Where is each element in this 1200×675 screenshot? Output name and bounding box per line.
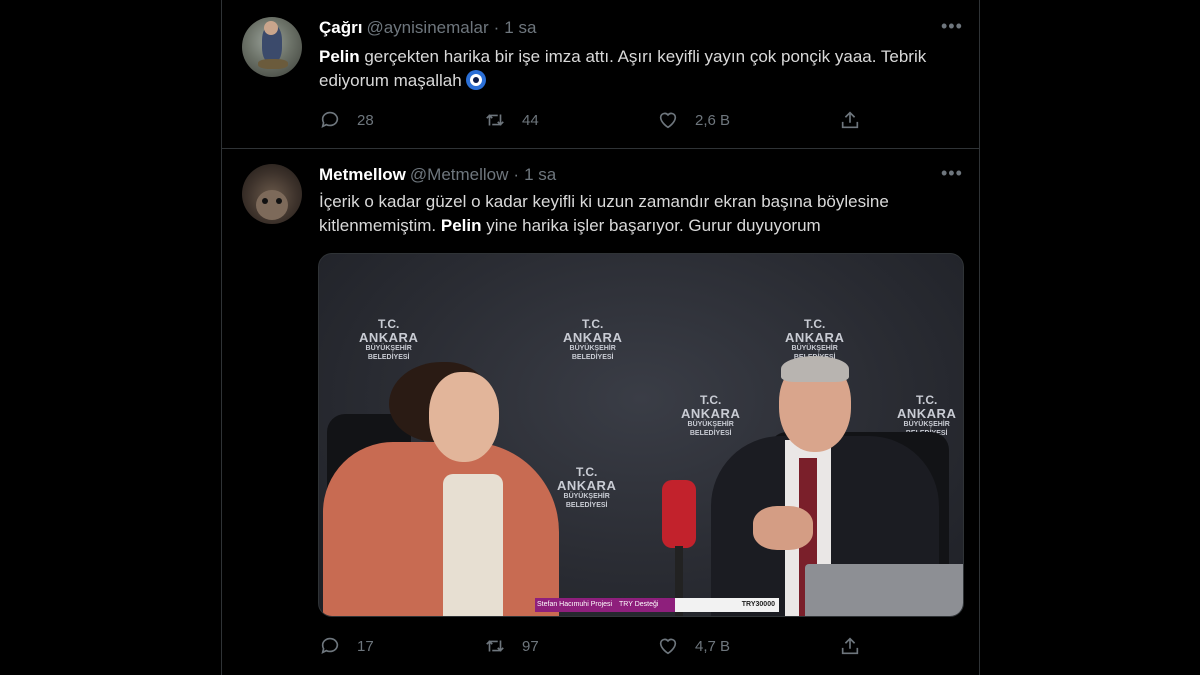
reply-icon xyxy=(321,111,339,128)
retweet-icon xyxy=(486,114,504,126)
tweet-text-body: gerçekten harika bir işe imza attı. Aşır… xyxy=(319,47,927,90)
backdrop-logo: T.C. ANKARA BÜYÜKŞEHİR BELEDİYESİ xyxy=(359,317,419,362)
donation-amount: TRY30000 xyxy=(675,598,779,612)
retweet-count: 44 xyxy=(522,111,539,129)
nazar-evil-eye-icon xyxy=(465,70,486,90)
backdrop-logo: T.C. ANKARA BÜYÜKŞEHİR BELEDİYESİ xyxy=(557,465,617,510)
tweet[interactable]: Metmellow @Metmellow · 1 sa ••• İçerik o ka… xyxy=(222,149,979,675)
reply-count: 28 xyxy=(357,111,374,129)
separator-dot: · xyxy=(513,165,520,184)
share-icon xyxy=(841,111,859,129)
laptop xyxy=(805,564,963,616)
mention-bold: Pelin xyxy=(319,47,360,66)
retweet-count: 97 xyxy=(522,637,539,655)
user-handle[interactable]: @aynisinemalar xyxy=(366,18,488,37)
reply-button[interactable]: 28 xyxy=(319,107,374,133)
display-name[interactable]: Çağrı xyxy=(319,18,362,37)
retweet-icon xyxy=(486,640,504,652)
microphone xyxy=(662,480,696,548)
like-count: 2,6 B xyxy=(695,111,731,129)
host-shirt xyxy=(443,474,503,616)
display-name[interactable]: Metmellow xyxy=(319,165,406,184)
tweet-text: İçerik o kadar güzel o kadar keyifli ki … xyxy=(319,190,959,238)
backdrop-logo: T.C. ANKARA BÜYÜKŞEHİR BELEDİYESİ xyxy=(681,393,741,438)
timestamp[interactable]: 1 sa xyxy=(504,18,536,37)
guest-hands xyxy=(753,506,813,550)
more-options-icon[interactable]: ••• xyxy=(941,164,962,187)
backdrop-logo: T.C. ANKARA BÜYÜKŞEHİR BELEDİYESİ xyxy=(563,317,623,362)
donation-sub: TRY Desteği xyxy=(617,598,675,612)
tweet-media-image[interactable]: T.C. ANKARA BÜYÜKŞEHİR BELEDİYESİ T.C. A… xyxy=(318,253,964,617)
tweet-actions: 17 97 4,7 B xyxy=(319,633,879,659)
timeline: Çağrı @aynisinemalar · 1 sa ••• Pelin gerçe… xyxy=(221,0,980,675)
avatar[interactable] xyxy=(242,164,302,224)
share-button[interactable] xyxy=(839,633,877,659)
reply-icon xyxy=(321,637,339,654)
donation-label: Stefan Hacımuhi Projesi xyxy=(535,598,617,612)
avatar[interactable] xyxy=(242,17,302,77)
separator-dot: · xyxy=(493,18,500,37)
retweet-button[interactable]: 97 xyxy=(484,633,539,659)
like-count: 4,7 B xyxy=(695,637,731,655)
reply-button[interactable]: 17 xyxy=(319,633,374,659)
user-handle[interactable]: @Metmellow xyxy=(410,165,509,184)
host-face xyxy=(429,372,499,462)
retweet-button[interactable]: 44 xyxy=(484,107,539,133)
share-button[interactable] xyxy=(839,107,877,133)
tweet-header: Metmellow @Metmellow · 1 sa xyxy=(319,165,556,187)
share-icon xyxy=(841,637,859,655)
tweet-text-body-end: yine harika işler başarıyor. Gurur duyuy… xyxy=(481,216,821,235)
tweet-text: Pelin gerçekten harika bir işe imza attı… xyxy=(319,45,959,93)
tweet[interactable]: Çağrı @aynisinemalar · 1 sa ••• Pelin gerçe… xyxy=(222,0,979,149)
reply-count: 17 xyxy=(357,637,374,655)
timestamp[interactable]: 1 sa xyxy=(524,165,556,184)
heart-icon xyxy=(659,112,677,129)
like-button[interactable]: 4,7 B xyxy=(657,633,730,659)
mention-bold: Pelin xyxy=(440,216,482,235)
host-woman xyxy=(323,442,559,616)
guest-hair xyxy=(781,356,849,382)
more-options-icon[interactable]: ••• xyxy=(941,17,962,40)
like-button[interactable]: 2,6 B xyxy=(657,107,730,133)
tweet-actions: 28 44 2,6 B xyxy=(319,107,879,133)
heart-icon xyxy=(659,638,677,655)
tweet-header: Çağrı @aynisinemalar · 1 sa xyxy=(319,18,536,40)
